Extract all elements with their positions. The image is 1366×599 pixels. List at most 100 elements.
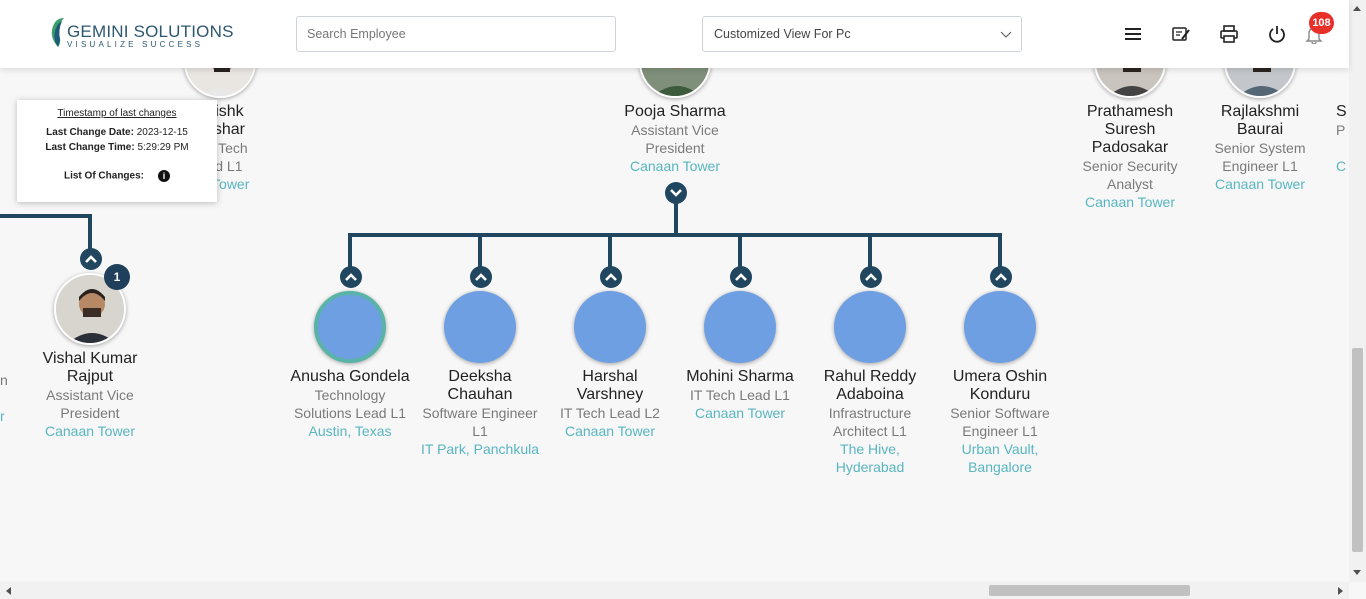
employee-role: Infrastructure Architect L1 xyxy=(828,405,912,439)
chevron-up-icon xyxy=(85,255,97,263)
employee-role: Assistant Vice President xyxy=(46,387,134,421)
info-icon[interactable]: i xyxy=(158,170,170,182)
employee-role: Senior Security Analyst xyxy=(1082,158,1178,192)
avatar[interactable] xyxy=(834,291,906,363)
view-select-value: Customized View For Pc xyxy=(714,27,851,41)
connector-line xyxy=(738,233,742,267)
vertical-scroll-thumb[interactable] xyxy=(1352,348,1363,552)
last-change-date: Last Change Date: 2023-12-15 xyxy=(46,127,188,138)
print-icon[interactable] xyxy=(1219,24,1239,44)
node-harshal-varshney[interactable]: Harshal Varshney IT Tech Lead L2 Canaan T… xyxy=(545,368,675,440)
avatar[interactable] xyxy=(704,291,776,363)
view-select[interactable]: Customized View For Pc xyxy=(702,16,1022,52)
employee-location: C xyxy=(1336,158,1347,174)
employee-name: Umera Oshin Konduru xyxy=(952,368,1048,403)
employee-role: n xyxy=(0,372,8,388)
employee-name: Prathamesh Suresh Padosakar xyxy=(1086,103,1174,156)
leaf-logo-icon xyxy=(51,18,64,47)
logo-tagline: VISUALIZE SUCCESS xyxy=(67,40,204,49)
employee-location: Urban Vault, Bangalore xyxy=(961,441,1039,475)
node-umera-oshin-konduru[interactable]: Umera Oshin Konduru Senior Software Engine… xyxy=(935,368,1065,476)
connector-line xyxy=(0,214,92,218)
avatar[interactable] xyxy=(574,291,646,363)
employee-name: Deeksha Chauhan xyxy=(447,368,513,403)
expand-toggle-button[interactable] xyxy=(990,266,1012,288)
node-mohini-sharma[interactable]: Mohini Sharma IT Tech Lead L1 Canaan Tow… xyxy=(675,368,805,422)
connector-line xyxy=(608,233,612,267)
employee-name: S xyxy=(1336,103,1347,120)
connector-line xyxy=(348,233,1002,237)
employee-role: Assistant Vice President xyxy=(631,122,719,156)
avatar[interactable] xyxy=(964,291,1036,363)
node-rajlakshmi[interactable]: Rajlakshmi Baurai Senior System Engineer L… xyxy=(1200,103,1320,193)
employee-name: Vishal Kumar Rajput xyxy=(42,350,138,385)
employee-role: IT Tech Lead L2 xyxy=(560,405,660,421)
connector-line xyxy=(478,233,482,267)
expand-toggle-button[interactable] xyxy=(600,266,622,288)
node-partial-right[interactable]: S P C xyxy=(1336,103,1350,175)
node-vishal-kumar-rajput[interactable]: Vishal Kumar Rajput Assistant Vice Preside… xyxy=(30,350,150,440)
chevron-up-icon xyxy=(865,273,877,281)
employee-name: Harshal Varshney xyxy=(576,368,644,403)
employee-name: Anusha Gondela xyxy=(290,368,410,385)
employee-location: Canaan Tower xyxy=(1214,176,1306,192)
node-prathamesh[interactable]: Prathamesh Suresh Padosakar Senior Securit… xyxy=(1070,103,1190,211)
app-header: GEMINI SOLUTIONS VISUALIZE SUCCESS Custo… xyxy=(0,0,1349,68)
employee-location: IT Park, Panchkula xyxy=(420,441,540,457)
scroll-left-arrow-icon[interactable] xyxy=(4,586,12,596)
employee-location: r xyxy=(0,408,5,424)
expand-toggle-button[interactable] xyxy=(470,266,492,288)
expand-toggle-button[interactable] xyxy=(730,266,752,288)
reports-count-badge: 1 xyxy=(104,264,130,290)
employee-location: Canaan Tower xyxy=(564,423,656,439)
connector-line xyxy=(674,203,678,235)
employee-role: IT Tech Lead L1 xyxy=(690,387,790,403)
employee-name: Pooja Sharma xyxy=(624,103,726,120)
employee-role: Senior Software Engineer L1 xyxy=(950,405,1050,439)
collapse-toggle-button[interactable] xyxy=(665,182,687,204)
scroll-right-arrow-icon[interactable] xyxy=(1337,586,1345,596)
last-change-time: Last Change Time: 5:29:29 PM xyxy=(45,142,189,153)
employee-role: Senior System Engineer L1 xyxy=(1214,140,1306,174)
node-partial-left[interactable]: n r xyxy=(0,371,10,425)
expand-toggle-button[interactable] xyxy=(860,266,882,288)
connector-line xyxy=(868,233,872,267)
expand-toggle-button[interactable] xyxy=(80,248,102,270)
horizontal-scroll-thumb[interactable] xyxy=(989,585,1190,596)
expand-toggle-button[interactable] xyxy=(340,266,362,288)
employee-location: Canaan Tower xyxy=(694,405,786,421)
connector-line xyxy=(88,214,92,250)
employee-location: Austin, Texas xyxy=(308,423,392,439)
chevron-down-icon xyxy=(670,189,682,197)
connector-line xyxy=(998,233,1002,267)
chevron-up-icon xyxy=(605,273,617,281)
timestamp-title: Timestamp of last changes xyxy=(57,108,177,119)
employee-name: Rajlakshmi Baurai xyxy=(1220,103,1300,138)
chevron-up-icon xyxy=(345,273,357,281)
avatar[interactable] xyxy=(444,291,516,363)
search-input[interactable] xyxy=(296,16,616,52)
logo[interactable]: GEMINI SOLUTIONS VISUALIZE SUCCESS xyxy=(48,18,233,52)
timestamp-card: Timestamp of last changes Last Change Da… xyxy=(17,100,217,202)
edit-note-icon[interactable] xyxy=(1171,24,1191,44)
employee-role: Software Engineer L1 xyxy=(422,405,538,439)
chevron-up-icon xyxy=(475,273,487,281)
node-pooja-sharma[interactable]: Pooja Sharma Assistant Vice President Can… xyxy=(605,103,745,175)
employee-location: The Hive, Hyderabad xyxy=(835,441,905,475)
list-of-changes: List Of Changes: i xyxy=(17,170,217,182)
connector-line xyxy=(348,233,352,267)
logo-name: GEMINI SOLUTIONS xyxy=(67,22,234,41)
employee-location: Canaan Tower xyxy=(629,158,721,174)
avatar[interactable] xyxy=(314,291,386,363)
notification-badge: 108 xyxy=(1309,12,1334,34)
node-anusha-gondela[interactable]: Anusha Gondela Technology Solutions Lead … xyxy=(285,368,415,440)
menu-icon[interactable] xyxy=(1123,24,1143,44)
employee-name: Mohini Sharma xyxy=(686,368,794,385)
employee-name: Rahul Reddy Adaboina xyxy=(823,368,917,403)
employee-location: Canaan Tower xyxy=(44,423,136,439)
node-rahul-reddy-adaboina[interactable]: Rahul Reddy Adaboina Infrastructure Archit… xyxy=(805,368,935,476)
scroll-up-arrow-icon[interactable] xyxy=(1352,4,1362,12)
node-deeksha-chauhan[interactable]: Deeksha Chauhan Software Engineer L1 IT Pa… xyxy=(415,368,545,458)
power-icon[interactable] xyxy=(1267,24,1287,44)
scroll-down-arrow-icon[interactable] xyxy=(1352,569,1362,577)
